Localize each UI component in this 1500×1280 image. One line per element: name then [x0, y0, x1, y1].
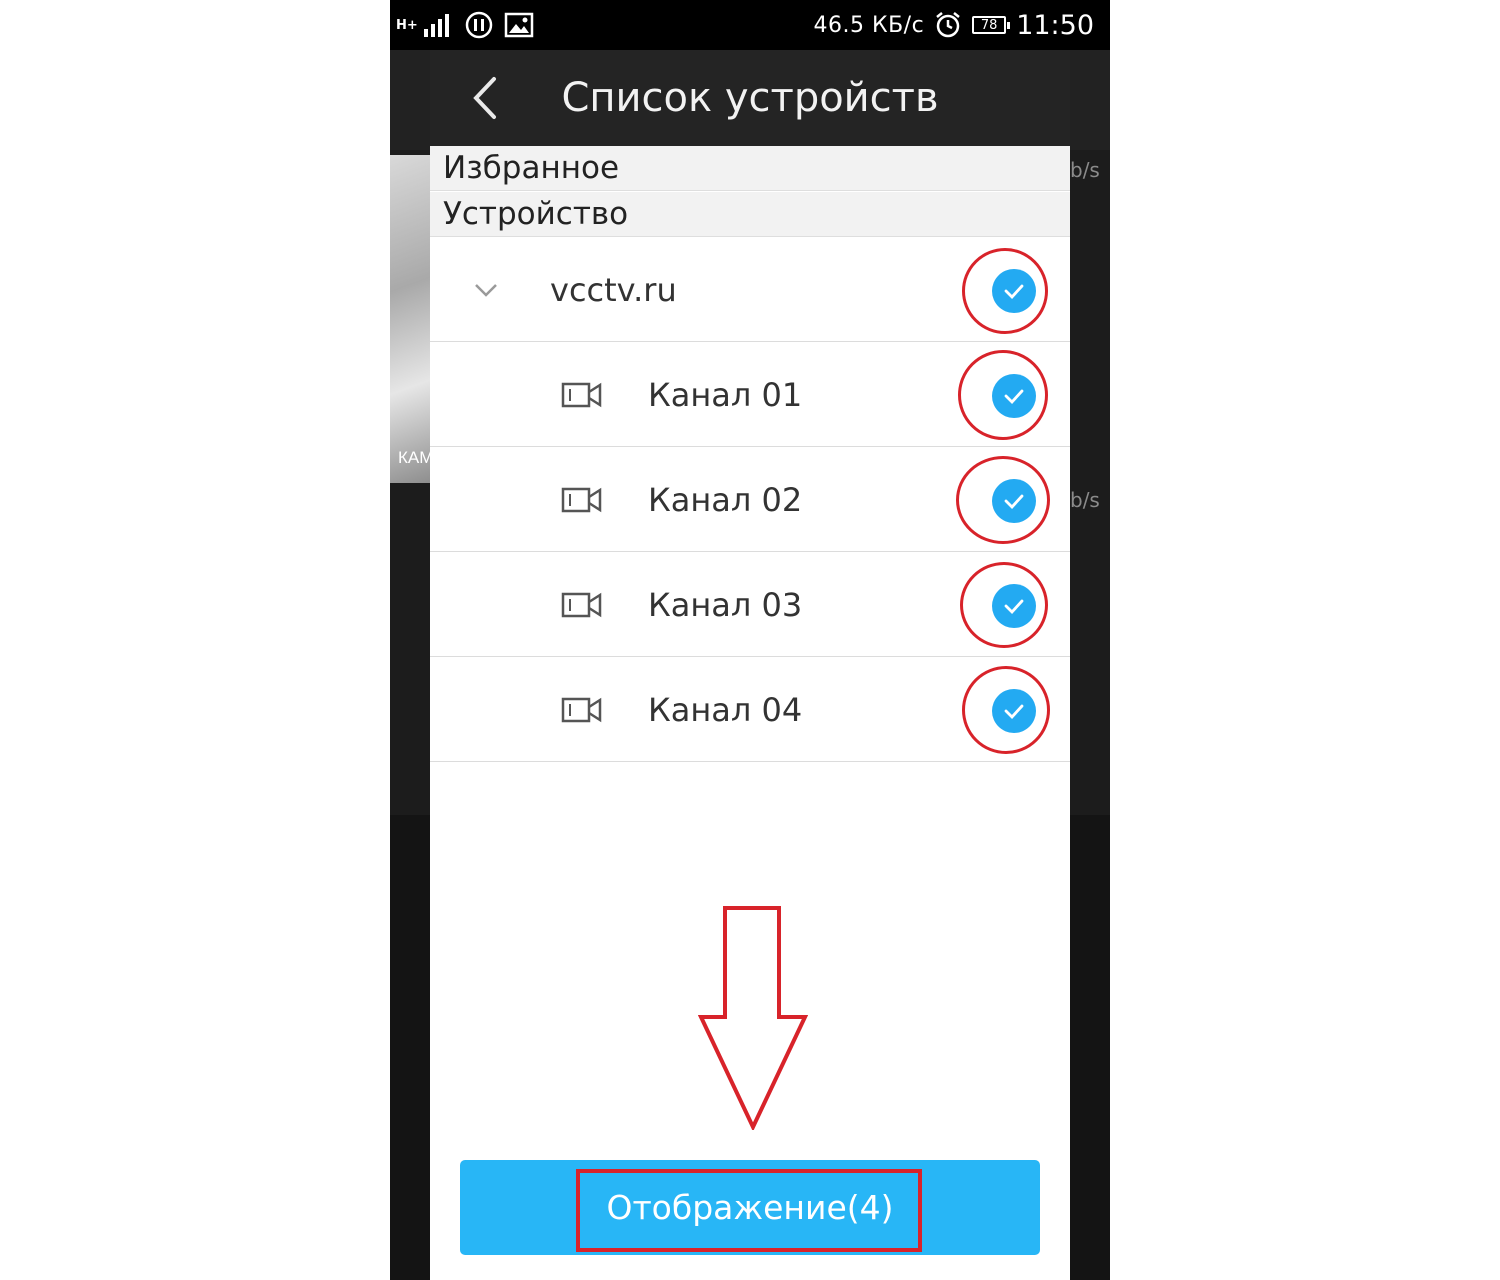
annotation-circle — [960, 562, 1048, 648]
camera-icon — [561, 592, 602, 618]
display-button[interactable]: Отображение(4) — [460, 1160, 1040, 1255]
channel-label: Канал 01 — [648, 376, 803, 414]
device-name: vcctv.ru — [550, 271, 677, 309]
back-button[interactable] — [460, 72, 510, 124]
camera-icon — [561, 697, 602, 723]
chevron-left-icon — [473, 77, 496, 119]
pause-icon — [465, 11, 493, 39]
annotation-circle — [962, 248, 1048, 334]
battery-level: 78 — [980, 17, 998, 33]
annotation-circle — [958, 350, 1048, 440]
signal-icon — [424, 14, 449, 37]
image-icon — [504, 12, 534, 38]
clock: 11:50 — [1016, 9, 1094, 41]
channel-label: Канал 04 — [648, 691, 803, 729]
display-button-label: Отображение(4) — [606, 1188, 894, 1227]
header-bar: Список устройств — [430, 50, 1070, 146]
device-list-panel: Список устройств Избранное Устройство vc… — [430, 50, 1070, 1280]
channel-label: Канал 03 — [648, 586, 803, 624]
background-rate: b/s — [1070, 158, 1100, 182]
network-type: H+ — [396, 17, 418, 33]
annotation-arrow-down-icon — [698, 906, 808, 1130]
chevron-down-icon[interactable] — [470, 274, 502, 306]
alarm-icon — [936, 12, 960, 38]
net-speed: 46.5 КБ/с — [813, 12, 925, 38]
phone-screen: H+ 46.5 КБ/с 78 11:50 КАМ b/s b/s Список… — [390, 0, 1110, 1280]
camera-icon — [561, 382, 602, 408]
annotation-circle — [956, 456, 1050, 544]
annotation-circle — [962, 666, 1050, 754]
status-right: 46.5 КБ/с 78 11:50 — [813, 0, 1094, 50]
status-bar: H+ 46.5 КБ/с 78 11:50 — [390, 0, 1110, 50]
battery-icon: 78 — [972, 16, 1011, 34]
channel-label: Канал 02 — [648, 481, 803, 519]
background-rate: b/s — [1070, 488, 1100, 512]
page-title: Список устройств — [561, 75, 939, 121]
background-video-thumbnail — [390, 155, 430, 483]
section-device: Устройство — [430, 192, 1070, 237]
tab-favorites[interactable]: Избранное — [430, 146, 1070, 191]
camera-icon — [561, 487, 602, 513]
background-video-label: КАМ — [398, 448, 434, 467]
status-left: H+ — [396, 0, 534, 50]
